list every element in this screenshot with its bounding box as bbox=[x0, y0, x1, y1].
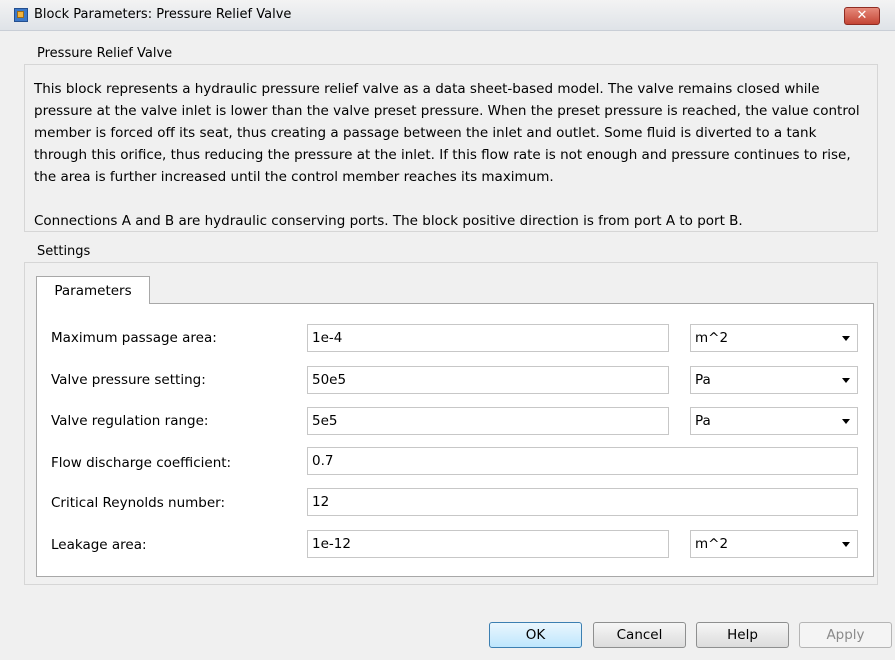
leakage-area-unit-select[interactable]: m^2 bbox=[690, 530, 858, 558]
unit-value: m^2 bbox=[695, 536, 729, 552]
param-label-pressure-setting: Valve pressure setting: bbox=[51, 372, 206, 388]
pressure-setting-unit-select[interactable]: Pa bbox=[690, 366, 858, 394]
unit-value: Pa bbox=[695, 413, 711, 429]
param-label-leakage-area: Leakage area: bbox=[51, 537, 147, 553]
param-label-discharge-coefficient: Flow discharge coefficient: bbox=[51, 455, 232, 471]
block-description: This block represents a hydraulic pressu… bbox=[34, 78, 870, 232]
discharge-coefficient-input[interactable] bbox=[307, 447, 858, 475]
description-paragraph-2: Connections A and B are hydraulic conser… bbox=[34, 213, 743, 229]
cancel-button[interactable]: Cancel bbox=[593, 622, 686, 648]
leakage-area-input[interactable] bbox=[307, 530, 669, 558]
param-label-max-passage-area: Maximum passage area: bbox=[51, 330, 217, 346]
param-label-critical-reynolds: Critical Reynolds number: bbox=[51, 495, 226, 511]
critical-reynolds-input[interactable] bbox=[307, 488, 858, 516]
param-label-regulation-range: Valve regulation range: bbox=[51, 413, 209, 429]
dropdown-arrow-icon bbox=[842, 542, 850, 547]
settings-group-label: Settings bbox=[35, 244, 93, 259]
dialog-window: Block Parameters: Pressure Relief Valve … bbox=[0, 0, 895, 660]
close-icon: ✕ bbox=[856, 8, 868, 23]
pressure-setting-input[interactable] bbox=[307, 366, 669, 394]
dropdown-arrow-icon bbox=[842, 336, 850, 341]
window-title: Block Parameters: Pressure Relief Valve bbox=[34, 7, 292, 22]
tab-parameters[interactable]: Parameters bbox=[36, 276, 150, 304]
max-passage-area-unit-select[interactable]: m^2 bbox=[690, 324, 858, 352]
unit-value: Pa bbox=[695, 372, 711, 388]
unit-value: m^2 bbox=[695, 330, 729, 346]
title-bar[interactable]: Block Parameters: Pressure Relief Valve … bbox=[0, 0, 895, 31]
max-passage-area-input[interactable] bbox=[307, 324, 669, 352]
apply-button[interactable]: Apply bbox=[799, 622, 892, 648]
dropdown-arrow-icon bbox=[842, 378, 850, 383]
ok-button[interactable]: OK bbox=[489, 622, 582, 648]
close-button[interactable]: ✕ bbox=[844, 7, 880, 25]
dropdown-arrow-icon bbox=[842, 419, 850, 424]
help-button[interactable]: Help bbox=[696, 622, 789, 648]
description-group-label: Pressure Relief Valve bbox=[35, 46, 175, 61]
description-paragraph-1: This block represents a hydraulic pressu… bbox=[34, 81, 860, 185]
simulink-block-icon bbox=[14, 8, 28, 22]
regulation-range-unit-select[interactable]: Pa bbox=[690, 407, 858, 435]
regulation-range-input[interactable] bbox=[307, 407, 669, 435]
